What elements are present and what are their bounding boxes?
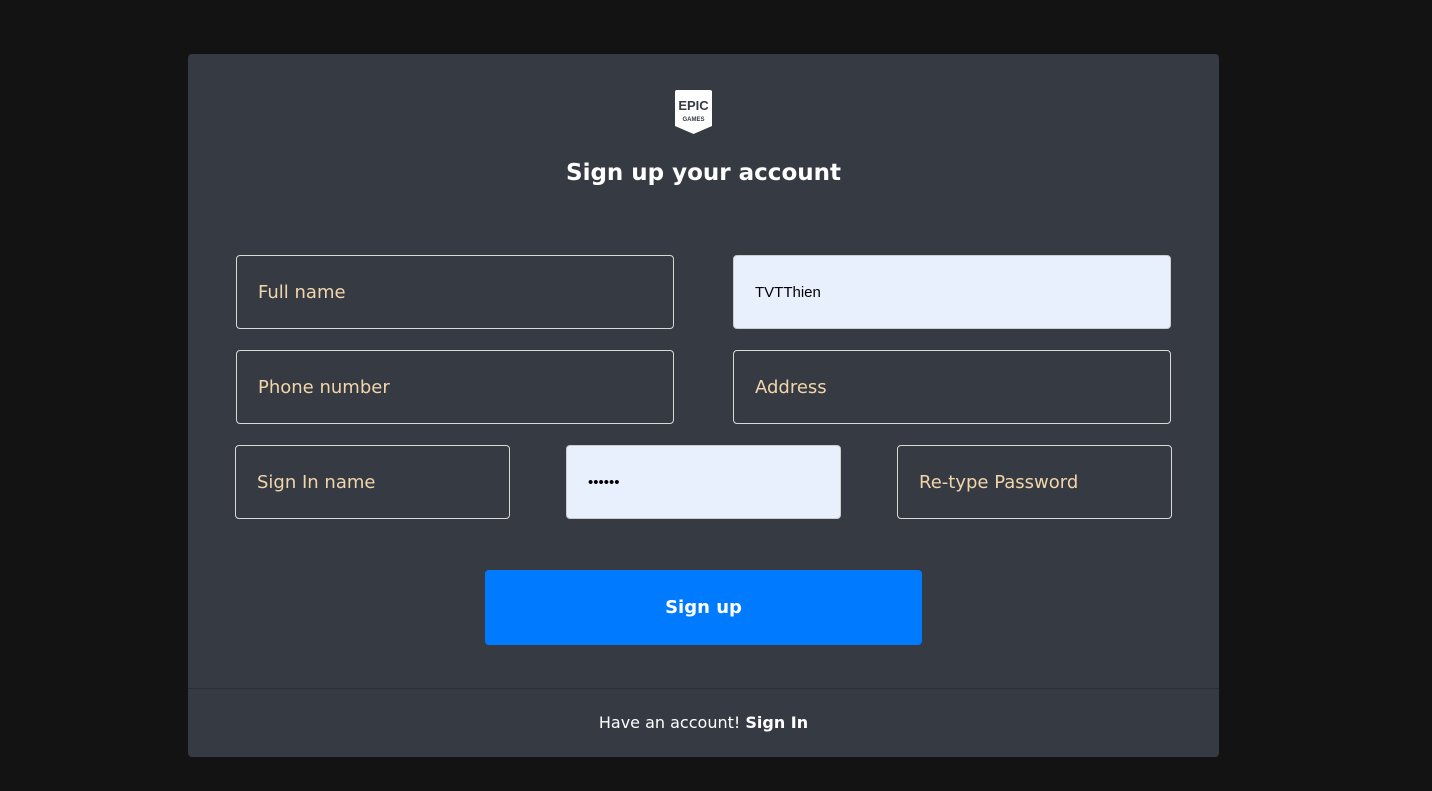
- sign-in-link[interactable]: Sign In: [745, 713, 808, 732]
- phone-input[interactable]: [236, 350, 674, 424]
- footer: Have an account! Sign In: [188, 688, 1219, 757]
- signin-name-input[interactable]: [235, 445, 510, 519]
- password-input[interactable]: [566, 445, 841, 519]
- epic-games-logo: EPIC GAMES: [675, 90, 712, 134]
- retype-password-input[interactable]: [897, 445, 1172, 519]
- footer-text: Have an account!: [598, 713, 746, 732]
- svg-text:GAMES: GAMES: [682, 117, 704, 123]
- address-input[interactable]: [733, 350, 1171, 424]
- svg-text:EPIC: EPIC: [678, 98, 709, 113]
- signup-card: EPIC GAMES Sign up your account Sign up …: [188, 54, 1219, 757]
- email-input[interactable]: [733, 255, 1171, 329]
- page-title: Sign up your account: [566, 160, 841, 186]
- full-name-input[interactable]: [236, 255, 674, 329]
- sign-up-button[interactable]: Sign up: [485, 570, 922, 645]
